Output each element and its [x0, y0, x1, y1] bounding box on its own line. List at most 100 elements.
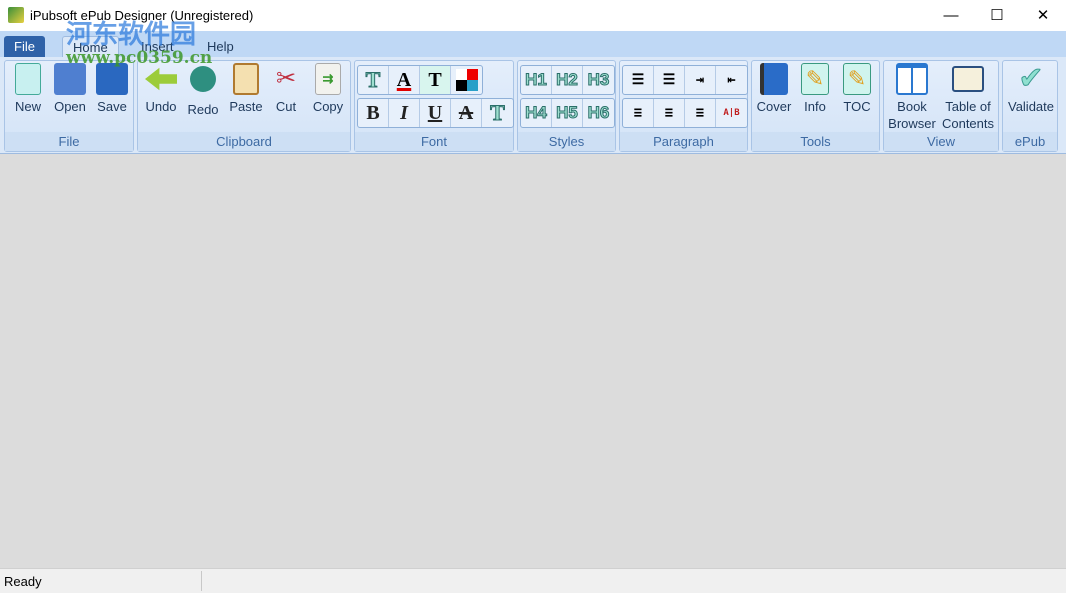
group-file: New Open Save File [4, 60, 134, 152]
validate-button[interactable]: ✔ Validate [1004, 63, 1058, 115]
book-browser-label-1: Book [886, 98, 938, 115]
group-label-view: View [884, 132, 998, 151]
color-grid-icon [456, 69, 478, 91]
app-icon [8, 7, 24, 23]
paste-label: Paste [229, 99, 262, 114]
group-font: T A T B I U A T Font [354, 60, 514, 152]
save-button[interactable]: Save [93, 63, 131, 115]
ribbon-tabs: File Home Insert Help [0, 31, 1066, 58]
highlight-button[interactable]: T [420, 66, 451, 94]
info-pencil-icon: ✎ [801, 63, 829, 95]
info-button[interactable]: ✎ Info [796, 63, 834, 115]
page-break-button[interactable]: A|B [716, 99, 747, 127]
tab-help[interactable]: Help [197, 36, 244, 58]
indent-button[interactable]: ⇥ [685, 66, 716, 94]
background-color-button[interactable] [451, 66, 482, 94]
align-left-button[interactable]: ≡ [623, 99, 654, 127]
group-label-epub: ePub [1003, 132, 1057, 151]
open-book-icon [952, 66, 984, 92]
minimize-button[interactable]: — [928, 0, 974, 31]
underline-button[interactable]: U [420, 99, 451, 127]
group-epub: ✔ Validate ePub [1002, 60, 1058, 152]
cut-button[interactable]: ✂ Cut [270, 63, 302, 115]
strikethrough-button[interactable]: A [451, 99, 482, 127]
maximize-button[interactable]: ☐ [974, 0, 1020, 31]
group-label-styles: Styles [518, 132, 615, 151]
group-paragraph: ☰ ☰ ⇥ ⇤ ≡ ≡ ≡ A|B Paragraph [619, 60, 748, 152]
group-label-paragraph: Paragraph [620, 132, 747, 151]
group-view: BookBrowser Table ofContents View [883, 60, 999, 152]
status-divider [201, 571, 202, 591]
heading1-button[interactable]: H1 [521, 66, 552, 94]
numbered-list-button[interactable]: ☰ [654, 66, 685, 94]
bullet-list-button[interactable]: ☰ [623, 66, 654, 94]
book-browser-label-2: Browser [886, 115, 938, 132]
document-workspace [0, 155, 1066, 568]
cut-label: Cut [276, 99, 296, 114]
checkmark-icon: ✔ [1015, 63, 1047, 95]
heading2-button[interactable]: H2 [552, 66, 583, 94]
heading6-button[interactable]: H6 [583, 99, 614, 127]
outdent-button[interactable]: ⇤ [716, 66, 747, 94]
redo-icon [190, 66, 216, 92]
font-color-button[interactable]: A [389, 66, 420, 94]
clipboard-paste-icon [233, 63, 259, 95]
align-right-button[interactable]: ≡ [685, 99, 716, 127]
toc-pencil-icon: ✎ [843, 63, 871, 95]
group-label-file: File [5, 132, 133, 151]
toc-label: TOC [843, 99, 870, 114]
heading4-button[interactable]: H4 [521, 99, 552, 127]
status-bar: Ready [0, 568, 1066, 593]
new-label: New [15, 99, 41, 114]
group-clipboard: Undo Redo Paste ✂ Cut ⇉ Copy Clipboard [137, 60, 351, 152]
copy-icon: ⇉ [315, 63, 341, 95]
ribbon: New Open Save File Undo Redo Paste ✂ Cut … [0, 57, 1066, 154]
undo-button[interactable]: Undo [142, 63, 180, 115]
save-label: Save [97, 99, 127, 114]
toc-button[interactable]: ✎ TOC [838, 63, 876, 115]
tab-home[interactable]: Home [62, 36, 119, 58]
new-file-icon [15, 63, 41, 95]
validate-label: Validate [1008, 99, 1054, 114]
undo-arrow-icon [145, 63, 177, 95]
table-of-contents-button[interactable]: Table ofContents [940, 63, 996, 132]
floppy-disk-icon [96, 63, 128, 95]
cover-notebook-icon [760, 63, 788, 95]
group-label-tools: Tools [752, 132, 879, 151]
paste-button[interactable]: Paste [226, 63, 266, 115]
tab-file[interactable]: File [4, 36, 45, 58]
undo-label: Undo [145, 99, 176, 114]
redo-button[interactable]: Redo [184, 63, 222, 118]
toc-view-label-1: Table of [940, 98, 996, 115]
font-style-button[interactable]: T [358, 66, 389, 94]
copy-label: Copy [313, 99, 343, 114]
italic-button[interactable]: I [389, 99, 420, 127]
book-browser-button[interactable]: BookBrowser [886, 63, 938, 132]
group-styles: H1 H2 H3 H4 H5 H6 Styles [517, 60, 616, 152]
cover-label: Cover [757, 99, 792, 114]
toc-view-label-2: Contents [940, 115, 996, 132]
info-label: Info [804, 99, 826, 114]
close-button[interactable]: ✕ [1020, 0, 1066, 31]
open-button[interactable]: Open [50, 63, 90, 115]
title-bar: iPubsoft ePub Designer (Unregistered) — … [0, 0, 1066, 31]
redo-label: Redo [187, 102, 218, 117]
copy-button[interactable]: ⇉ Copy [308, 63, 348, 115]
scissors-icon: ✂ [270, 63, 302, 95]
window-title: iPubsoft ePub Designer (Unregistered) [30, 8, 253, 23]
group-tools: Cover ✎ Info ✎ TOC Tools [751, 60, 880, 152]
book-browser-icon [896, 63, 928, 95]
open-label: Open [54, 99, 86, 114]
group-label-font: Font [355, 132, 513, 151]
cover-button[interactable]: Cover [754, 63, 794, 115]
heading5-button[interactable]: H5 [552, 99, 583, 127]
status-text: Ready [4, 574, 42, 589]
group-label-clipboard: Clipboard [138, 132, 350, 151]
folder-open-icon [54, 63, 86, 95]
clear-format-button[interactable]: T [482, 99, 513, 127]
new-button[interactable]: New [9, 63, 47, 115]
align-center-button[interactable]: ≡ [654, 99, 685, 127]
tab-insert[interactable]: Insert [131, 36, 184, 58]
heading3-button[interactable]: H3 [583, 66, 614, 94]
bold-button[interactable]: B [358, 99, 389, 127]
